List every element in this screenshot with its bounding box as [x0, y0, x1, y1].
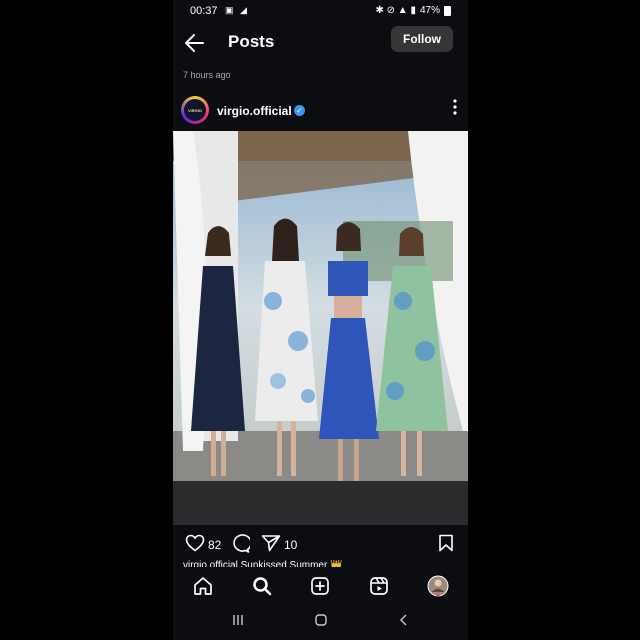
post-header: VIRGIO virgio.official ✓ [173, 95, 468, 127]
heart-icon[interactable] [185, 534, 205, 555]
username[interactable]: virgio.official [217, 104, 292, 118]
reels-icon[interactable] [367, 574, 391, 598]
verified-badge-icon: ✓ [294, 105, 305, 116]
recent-apps-icon[interactable] [231, 613, 245, 630]
share-action: 10 [261, 534, 297, 555]
avatar-logo: VIRGIO [184, 99, 206, 121]
battery-percent: 47% [419, 5, 440, 16]
send-icon[interactable] [261, 534, 281, 555]
status-bar: 00:37 ▣ ◢ ✱ ⊘ ▲ ▮ 47% [173, 0, 468, 22]
like-count[interactable]: 82 [208, 538, 221, 552]
home-icon[interactable] [191, 574, 215, 598]
like-action: 82 [185, 534, 221, 555]
post-time-ago: 7 hours ago [183, 70, 231, 80]
status-right: ✱ ⊘ ▲ ▮ 47% [375, 5, 451, 16]
top-bar: Posts Follow [173, 26, 468, 60]
notification-icons: ▣ ◢ [225, 5, 249, 15]
bookmark-icon[interactable] [438, 534, 454, 552]
back-button-icon[interactable] [397, 613, 411, 630]
profile-avatar[interactable] [426, 574, 450, 598]
status-time: 00:37 [190, 5, 218, 17]
battery-icon [444, 5, 451, 16]
post-image[interactable] [173, 131, 468, 525]
post-actions: 82 10 [173, 532, 468, 556]
home-button-icon[interactable] [314, 613, 328, 630]
post-caption[interactable]: virgio.official Sunkissed Summer 👑 [183, 560, 463, 567]
avatar[interactable]: VIRGIO [181, 96, 209, 124]
phone-screen: 00:37 ▣ ◢ ✱ ⊘ ▲ ▮ 47% Posts Follow 7 hou… [173, 0, 468, 640]
arrow-left-icon[interactable] [183, 30, 205, 62]
page-title: Posts [228, 32, 275, 51]
bottom-nav [173, 568, 468, 604]
signal-icons: ✱ ⊘ ▲ ▮ [375, 5, 416, 16]
search-icon[interactable] [250, 574, 274, 598]
more-vertical-icon[interactable] [452, 98, 458, 120]
system-nav-bar [173, 604, 468, 640]
share-count: 10 [284, 537, 298, 552]
follow-button[interactable]: Follow [391, 26, 453, 52]
comment-icon[interactable] [230, 534, 250, 553]
plus-square-icon[interactable] [308, 574, 332, 598]
